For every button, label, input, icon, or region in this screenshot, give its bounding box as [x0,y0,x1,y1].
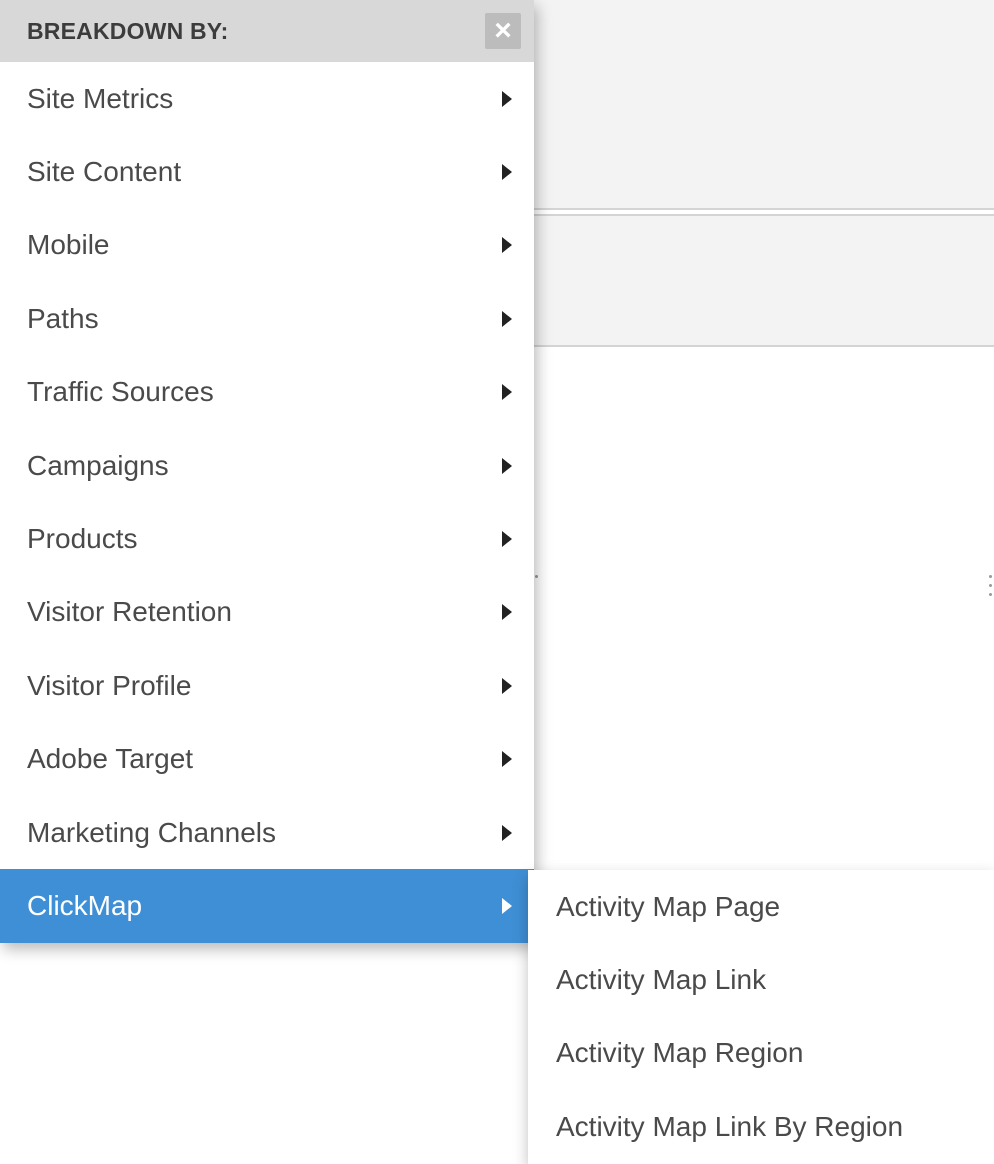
dot [535,575,538,578]
clickmap-submenu: Activity Map Page Activity Map Link Acti… [528,870,994,1164]
menu-item-label: Visitor Retention [27,596,232,628]
background-panel [530,0,994,210]
submenu-arrow-icon [502,531,512,548]
submenu-arrow-icon [502,237,512,254]
submenu-item-activity-map-region[interactable]: Activity Map Region [528,1017,994,1090]
submenu-item-activity-map-link-by-region[interactable]: Activity Map Link By Region [528,1090,994,1163]
menu-item-label: ClickMap [27,889,143,921]
background-card [540,541,994,637]
menu-item-label: Paths [27,302,99,334]
submenu-arrow-icon [502,677,512,694]
submenu-item-activity-map-link[interactable]: Activity Map Link [528,943,994,1016]
menu-item-label: Site Metrics [27,82,174,114]
menu-item-site-metrics[interactable]: Site Metrics [0,62,534,136]
submenu-arrow-icon [502,824,512,841]
menu-item-mobile[interactable]: Mobile [0,208,534,283]
menu-item-label: Mobile [27,229,110,261]
divider [530,208,994,210]
menu-item-visitor-retention[interactable]: Visitor Retention [0,575,534,650]
menu-item-label: Adobe Target [27,743,194,775]
menu-item-label: Traffic Sources [27,376,214,408]
menu-item-marketing-channels[interactable]: Marketing Channels [0,795,534,870]
submenu-arrow-icon [502,897,512,914]
submenu-arrow-icon [502,604,512,621]
menu-title: BREAKDOWN BY: [27,17,229,44]
menu-item-site-content[interactable]: Site Content [0,135,534,209]
menu-item-paths[interactable]: Paths [0,282,534,356]
screen: BREAKDOWN BY: × Site Metrics Site Conten… [0,0,994,1164]
menu-item-label: Products [27,523,138,555]
menu-item-label: Marketing Channels [27,816,277,848]
menu-item-label: Campaigns [27,449,169,481]
menu-header: BREAKDOWN BY: × [0,0,534,62]
menu-item-label: Visitor Profile [27,669,192,701]
menu-item-clickmap[interactable]: ClickMap [0,869,534,943]
submenu-arrow-icon [502,90,512,107]
menu-item-label: Site Content [27,156,182,188]
menu-item-campaigns[interactable]: Campaigns [0,428,534,503]
divider [530,345,994,347]
menu-item-products[interactable]: Products [0,502,534,576]
submenu-arrow-icon [502,310,512,327]
submenu-arrow-icon [502,751,512,768]
submenu-arrow-icon [502,384,512,401]
close-icon[interactable]: × [485,13,521,49]
submenu-arrow-icon [502,164,512,181]
menu-item-traffic-sources[interactable]: Traffic Sources [0,355,534,429]
more-options-icon[interactable] [988,575,994,609]
menu-item-visitor-profile[interactable]: Visitor Profile [0,649,534,723]
breakdown-menu: BREAKDOWN BY: × Site Metrics Site Conten… [0,0,534,943]
submenu-item-activity-map-page[interactable]: Activity Map Page [528,870,994,943]
submenu-arrow-icon [502,457,512,474]
background-panel [530,216,994,346]
menu-item-adobe-target[interactable]: Adobe Target [0,722,534,796]
